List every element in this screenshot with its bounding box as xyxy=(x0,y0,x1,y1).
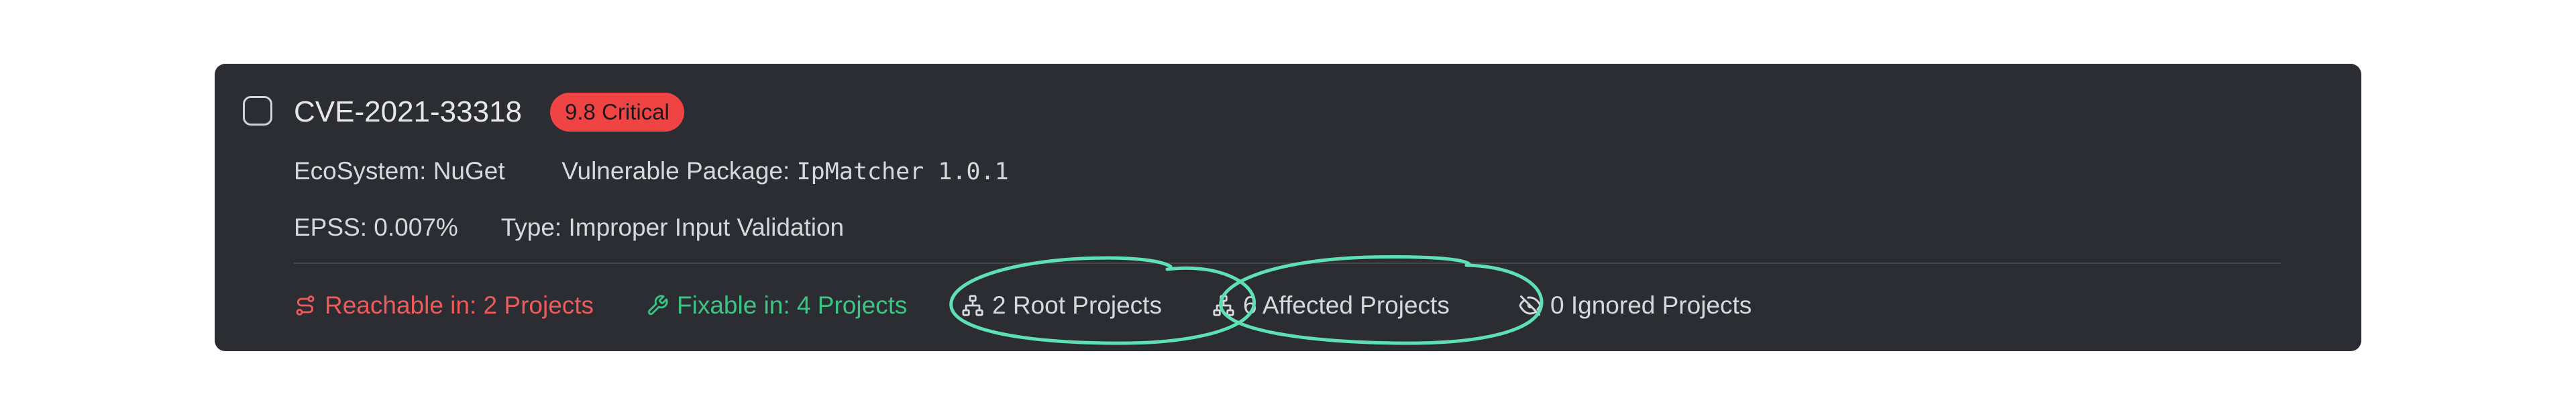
ecosystem-label: EcoSystem: xyxy=(294,157,427,185)
package-value: IpMatcher 1.0.1 xyxy=(796,158,1009,185)
epss-label: EPSS: xyxy=(294,214,367,241)
fixable-label: Fixable in: 4 Projects xyxy=(677,291,908,319)
cve-id: CVE-2021-33318 xyxy=(294,95,523,128)
fixable-projects-link[interactable]: Fixable in: 4 Projects xyxy=(646,289,907,322)
ecosystem-value: NuGet xyxy=(433,157,505,185)
reachable-label: Reachable in: 2 Projects xyxy=(325,291,594,319)
reachable-projects-link[interactable]: Reachable in: 2 Projects xyxy=(294,289,594,322)
wrench-icon xyxy=(647,295,668,316)
affected-projects-link[interactable]: 6 Affected Projects xyxy=(1212,289,1450,322)
type-label: Type: xyxy=(500,214,562,241)
hierarchy-icon xyxy=(1213,295,1234,316)
select-checkbox[interactable] xyxy=(243,96,272,126)
risk-info-row: EPSS: 0.007% Type: Improper Input Valida… xyxy=(294,213,844,242)
severity-badge: 9.8 Critical xyxy=(550,93,684,132)
ignored-projects-label: 0 Ignored Projects xyxy=(1550,291,1752,319)
affected-projects-label: 6 Affected Projects xyxy=(1243,291,1450,319)
root-projects-link[interactable]: 2 Root Projects xyxy=(961,289,1162,322)
package-info-row: EcoSystem: NuGet Vulnerable Package: IpM… xyxy=(294,156,1009,187)
divider xyxy=(294,263,2281,264)
vulnerability-card[interactable]: CVE-2021-33318 9.8 Critical EcoSystem: N… xyxy=(215,64,2361,351)
route-icon xyxy=(296,295,315,316)
type-value: Improper Input Validation xyxy=(568,214,845,241)
ignored-projects-link[interactable]: 0 Ignored Projects xyxy=(1518,289,1752,322)
epss-value: 0.007% xyxy=(374,214,458,241)
package-label: Vulnerable Package: xyxy=(561,157,790,185)
root-projects-label: 2 Root Projects xyxy=(992,291,1162,319)
hierarchy-icon xyxy=(962,295,983,316)
eye-off-icon xyxy=(1519,295,1542,316)
